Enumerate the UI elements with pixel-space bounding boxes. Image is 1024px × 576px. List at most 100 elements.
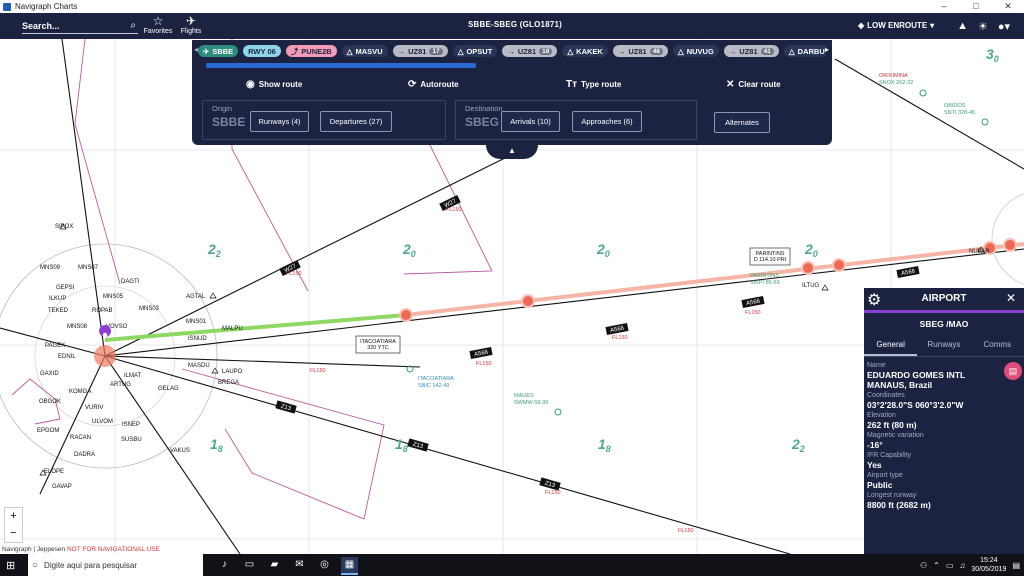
system-clock[interactable]: 15:24 30/05/2019	[971, 556, 1006, 574]
chip-strip-scrollbar[interactable]	[206, 63, 476, 68]
close-window-icon[interactable]: ✕	[992, 1, 1024, 12]
route-chip-label: NUVUG	[686, 46, 714, 56]
route-chip-label: KAKEK	[576, 46, 603, 56]
navigraph-app-icon[interactable]: ▦	[341, 557, 358, 575]
airport-icon	[919, 89, 927, 97]
star-icon: ☆	[152, 14, 164, 28]
airport-field-value: EDUARDO GOMES INTL MANAUS, Brazil	[867, 370, 966, 390]
airport-details: Name EDUARDO GOMES INTL MANAUS, Brazil Coo…	[867, 360, 1020, 510]
chrome-icon[interactable]: ◎	[316, 557, 333, 573]
origin-section: Origin SBBE Runways (4) Departures (27)	[202, 100, 446, 140]
route-chip-label: MASVU	[355, 46, 383, 56]
arrivals-button[interactable]: Arrivals (10)	[501, 111, 560, 132]
account-icon[interactable]: ●▾	[998, 20, 1010, 33]
airport-code: SNOX 262-32	[879, 80, 913, 86]
brightness-icon[interactable]: ☀	[978, 20, 988, 33]
route-chip-strip: ✈ SBBE RWY 06 ⤴ PUNE2B △ MASVU → UZ81 17 △ OPSUT → UZ…	[198, 44, 826, 58]
airport-field-value: 262 ft (80 m)	[867, 420, 917, 430]
windows-start-icon[interactable]: ⊞	[6, 559, 15, 572]
window-titlebar: Navigraph Charts – □ ✕	[0, 0, 1024, 14]
taskbar-app-icons: ♪ ▭ ▰ ✉ ◎ ▦	[216, 557, 358, 575]
file-explorer-icon[interactable]: ▰	[266, 557, 283, 573]
fix-label: GELAG	[158, 386, 179, 392]
waypoint-triangle-icon: △	[567, 46, 574, 56]
departure-icon: ⤴	[290, 46, 299, 56]
route-chip[interactable]: △ MASVU	[341, 45, 388, 57]
airport-name: ITACOATIARA	[418, 376, 454, 382]
tab-general[interactable]: General	[864, 340, 918, 356]
notifications-icon[interactable]: ▤	[1012, 561, 1020, 570]
airport-field-value: 03°2'28.0"S 060°3'2.0"W	[867, 400, 964, 410]
airport-field-label: IFR Capability	[867, 452, 911, 459]
fix-label: KOMGA	[69, 389, 91, 395]
autoroute-button[interactable]: ⟳ Autoroute	[408, 79, 459, 90]
grid-mora: 20	[402, 241, 416, 259]
clear-route-button[interactable]: ✕ Clear route	[726, 79, 781, 90]
tab-comms[interactable]: Comms	[971, 340, 1024, 356]
mail-icon[interactable]: ✉	[291, 557, 308, 573]
approaches-button[interactable]: Approaches (6)	[572, 111, 642, 132]
zoom-in-button[interactable]: +	[5, 508, 22, 525]
type-route-button[interactable]: Tт Type route	[566, 79, 621, 90]
favorites-button[interactable]: ☆ Favorites	[141, 15, 175, 39]
alternates-button[interactable]: Alternates	[714, 112, 770, 133]
fix-label: MNS03	[139, 306, 160, 312]
search-input[interactable]	[22, 21, 122, 31]
route-chip[interactable]: △ KAKEK	[562, 45, 608, 57]
airway-northeast	[834, 58, 1024, 170]
maximize-icon[interactable]: □	[960, 1, 992, 12]
people-icon[interactable]: ⚇	[920, 561, 927, 570]
route-chip[interactable]: → UZ81 17	[392, 45, 448, 57]
fix-label: ISNEP	[122, 422, 140, 428]
waypoint-triangle-icon: △	[788, 46, 795, 56]
layer-selector[interactable]: ◈ LOW ENROUTE ▾	[858, 21, 934, 30]
route-chip[interactable]: △ OPSUT	[452, 45, 498, 57]
zoom-out-button[interactable]: −	[5, 525, 22, 542]
ownship-triangle-icon[interactable]: ▲	[957, 20, 968, 33]
tray-chevron-icon[interactable]: ⌃	[933, 561, 940, 570]
runways-button[interactable]: Runways (4)	[250, 111, 309, 132]
departures-button[interactable]: Departures (27)	[320, 111, 392, 132]
route-chip[interactable]: ✈ SBBE	[198, 45, 239, 57]
search-icon[interactable]: ⌕	[130, 20, 136, 31]
fix-label: BREGA	[218, 380, 239, 386]
route-chip[interactable]: △ DARBU	[783, 45, 826, 57]
close-icon[interactable]: ✕	[1006, 291, 1016, 305]
network-icon[interactable]: ▭	[946, 561, 954, 570]
fix-label: DADRA	[74, 452, 95, 458]
volume-icon[interactable]: ♫	[959, 561, 965, 570]
route-chip[interactable]: → UZ81 41	[723, 45, 779, 57]
fix-label: ILKUP	[49, 296, 66, 302]
airport-field-label: Name	[867, 362, 886, 369]
fix-triangle	[211, 367, 219, 374]
os-taskbar: ⊞ ○ Digite aqui para pesquisar ♪ ▭ ▰ ✉ ◎…	[0, 554, 1024, 576]
route-chip[interactable]: RWY 06	[243, 45, 281, 57]
airport-panel-header: ⚙ AIRPORT ✕	[864, 288, 1024, 313]
task-view-icon[interactable]: ▭	[241, 557, 258, 573]
route-chip[interactable]: △ NUVUG	[672, 45, 719, 57]
taskbar-search-box[interactable]: ○ Digite aqui para pesquisar	[28, 554, 203, 576]
route-chip-label: PUNE2B	[301, 46, 332, 56]
chevron-up-icon: ▲	[508, 146, 516, 155]
taskbar-search-placeholder: Digite aqui para pesquisar	[44, 560, 137, 570]
fix-triangle	[821, 284, 829, 291]
route-waypoint-marker	[521, 294, 535, 308]
tab-runways[interactable]: Runways	[917, 340, 970, 356]
airport-pin-dot	[102, 332, 108, 338]
route-chip[interactable]: → UZ81 18	[502, 45, 558, 57]
route-chip[interactable]: → UZ81 48	[612, 45, 668, 57]
airport-field-label: Longest runway	[867, 492, 917, 499]
fix-label: LAUPO	[222, 369, 243, 375]
microphone-icon[interactable]: ♪	[216, 557, 233, 573]
route-chip[interactable]: ⤴ PUNE2B	[285, 45, 337, 57]
chip-scroll-right-icon[interactable]: ▸	[825, 45, 829, 54]
collapse-panel-button[interactable]: ▲	[486, 145, 538, 159]
favorites-label: Favorites	[143, 28, 173, 35]
minimize-icon[interactable]: –	[928, 1, 960, 12]
fix-label: AGTAL	[186, 294, 206, 300]
top-icon-group: ▲ ☀ ●▾	[957, 20, 1010, 33]
flights-button[interactable]: ✈ Flights	[174, 15, 208, 39]
fix-label: GEPSI	[56, 285, 75, 291]
show-route-button[interactable]: ◉ Show route	[246, 79, 302, 90]
route-chip-count: 17	[429, 47, 443, 55]
